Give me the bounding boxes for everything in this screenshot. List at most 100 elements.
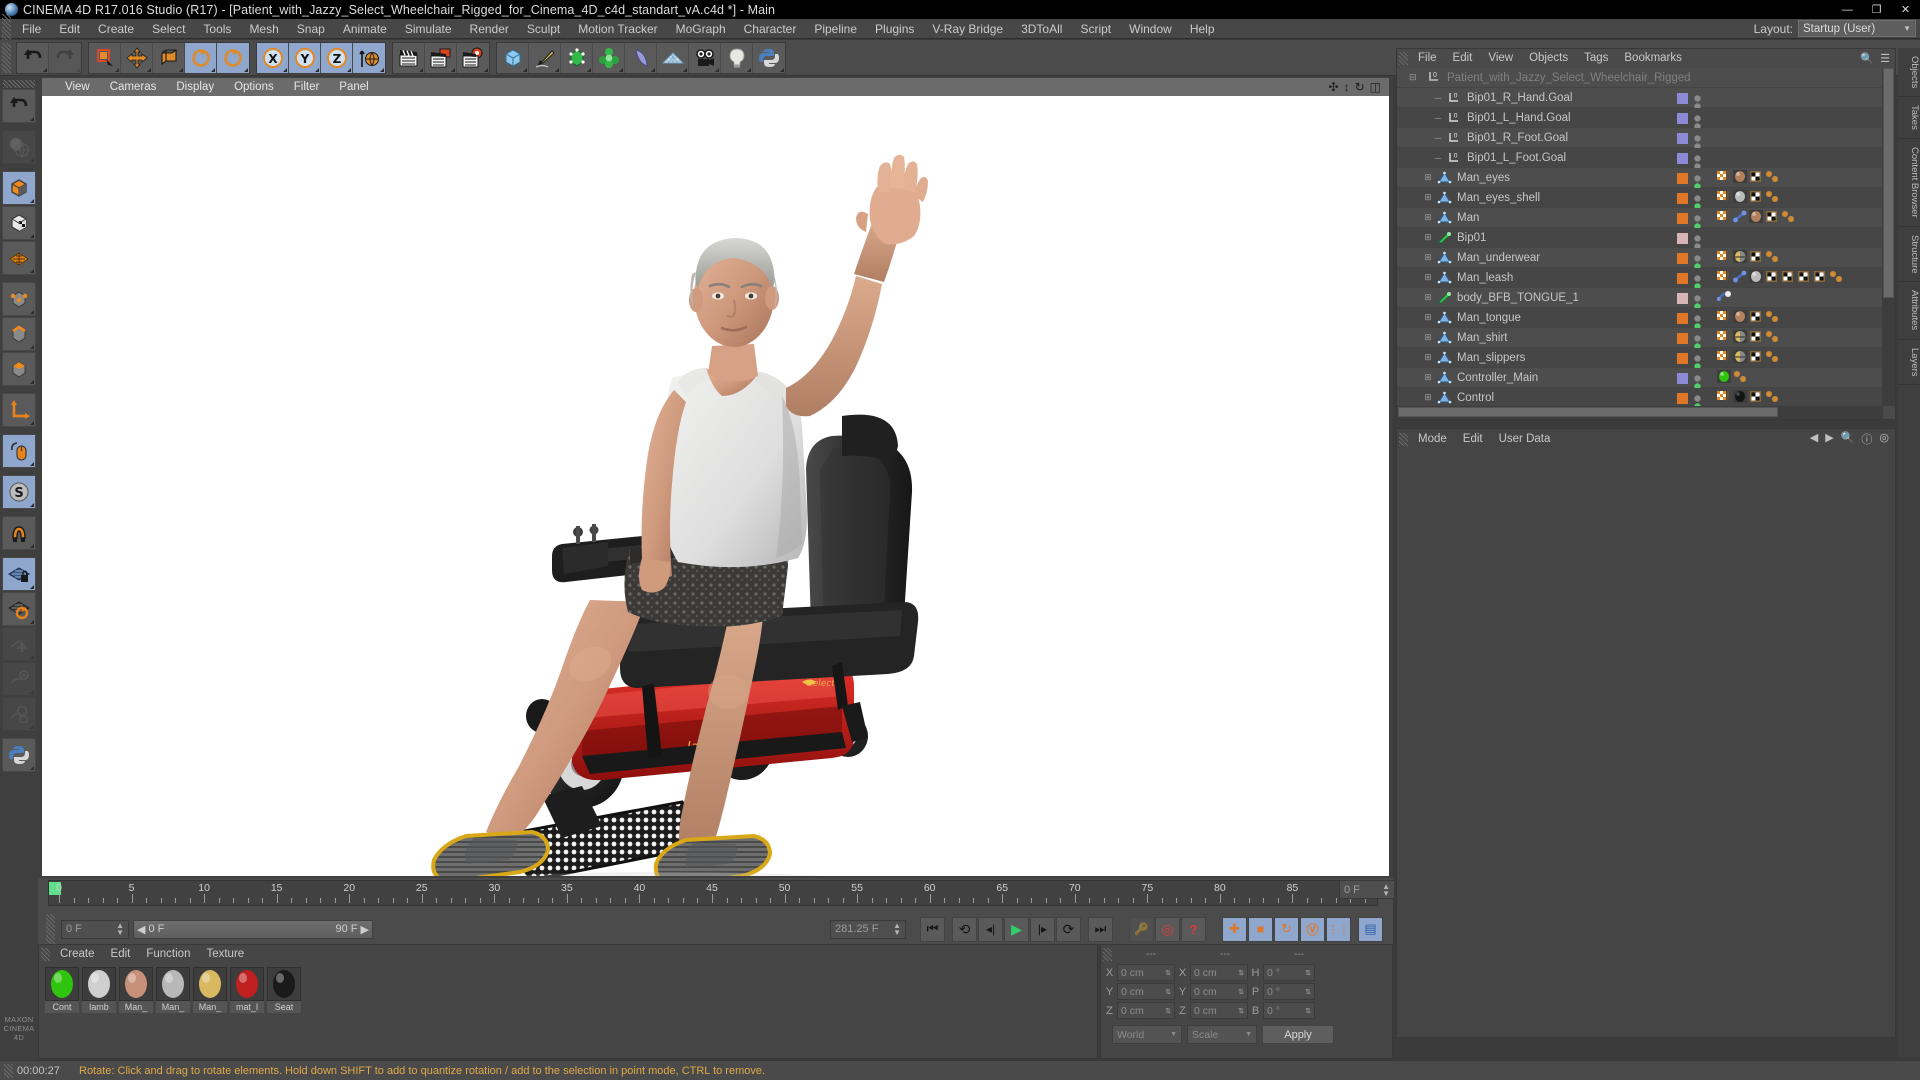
timeline-ruler[interactable]: 051015202530354045505560657075808590 (48, 880, 1378, 906)
dropdown-corner-icon[interactable] (179, 67, 183, 72)
spinner-icon[interactable]: ▲ ▼ (893, 922, 901, 937)
add-camera-button[interactable] (689, 42, 721, 73)
material-menu-create[interactable]: Create (52, 945, 103, 963)
dropdown-corner-icon[interactable] (315, 67, 319, 72)
dropdown-corner-icon[interactable] (651, 67, 655, 72)
object-layer-chip[interactable] (1677, 173, 1688, 184)
material-preview-sphere[interactable] (156, 967, 190, 1001)
dropdown-corner-icon[interactable] (484, 67, 488, 72)
menu-item-pipeline[interactable]: Pipeline (805, 19, 866, 39)
status-grip[interactable] (4, 1063, 13, 1078)
current-frame-field[interactable]: 0 F ▲ ▼ (61, 919, 129, 939)
coord-size-field[interactable]: 0 cm ⇅ (1190, 1002, 1248, 1019)
dots-tag[interactable] (1765, 330, 1781, 346)
move-button[interactable] (121, 42, 153, 73)
dock-tab-attributes[interactable]: Attributes (1898, 282, 1920, 340)
object-row[interactable]: ⊞ Man_eyes (1397, 168, 1883, 190)
spinner-icon[interactable]: ⇅ (1238, 988, 1244, 996)
object-layer-chip[interactable] (1677, 293, 1688, 304)
material-item[interactable]: Seat (267, 967, 301, 1013)
material-black-tag[interactable] (1733, 390, 1747, 406)
uv-tag[interactable] (1717, 390, 1731, 406)
play-forward-button[interactable]: ▶ (1004, 916, 1029, 942)
viewport-menu-view[interactable]: View (55, 78, 100, 96)
checker-tag[interactable] (1781, 270, 1795, 286)
key-position-button[interactable]: ✚ (1222, 916, 1247, 942)
material-preview-sphere[interactable] (267, 967, 301, 1001)
checker-tag[interactable] (1813, 270, 1827, 286)
dropdown-corner-icon[interactable] (30, 503, 34, 507)
object-layer-chip[interactable] (1677, 373, 1688, 384)
lock-x-axis-button[interactable]: X (257, 42, 289, 73)
search-icon[interactable]: 🔍 (1860, 52, 1874, 65)
attribute-menu-user-data[interactable]: User Data (1491, 429, 1559, 449)
menu-item-tools[interactable]: Tools (194, 19, 240, 39)
edge-mode-button[interactable] (2, 317, 36, 351)
dropdown-corner-icon[interactable] (244, 67, 248, 72)
coord-size-field[interactable]: 0 cm ⇅ (1190, 983, 1248, 1000)
point-mode-button[interactable] (2, 282, 36, 316)
go-to-start-button[interactable]: ⏮ (920, 916, 945, 942)
material-item[interactable]: lamb (82, 967, 116, 1013)
checker-tag[interactable] (1749, 310, 1763, 326)
attribute-grip[interactable] (1399, 432, 1408, 446)
material-menu-texture[interactable]: Texture (198, 945, 252, 963)
uv-tag[interactable] (1717, 170, 1731, 186)
spinner-icon[interactable]: ▲ ▼ (1382, 882, 1390, 897)
material-mixed-tag[interactable] (1733, 250, 1747, 266)
object-layer-chip[interactable] (1677, 213, 1688, 224)
object-menu-tags[interactable]: Tags (1576, 49, 1616, 68)
dropdown-corner-icon[interactable] (30, 655, 34, 659)
render-settings-button[interactable] (457, 42, 489, 73)
checker-tag[interactable] (1749, 350, 1763, 366)
expand-plus-icon[interactable]: ⊞ (1419, 332, 1437, 343)
object-manager-vertical-scrollbar[interactable] (1882, 68, 1895, 406)
spinner-icon[interactable]: ⇅ (1165, 988, 1171, 996)
add-cube-button[interactable] (497, 42, 529, 73)
expand-plus-icon[interactable]: ⊞ (1419, 372, 1437, 383)
workplane-rotate-button[interactable] (2, 592, 36, 626)
dropdown-corner-icon[interactable] (30, 158, 34, 162)
enable-axis-button[interactable] (2, 434, 36, 468)
live-selection-button[interactable] (89, 42, 121, 73)
dropdown-corner-icon[interactable] (715, 67, 719, 72)
range-left-arrow-icon[interactable]: ◀ (137, 923, 145, 936)
render-view-button[interactable] (393, 42, 425, 73)
checker-tag[interactable] (1797, 270, 1811, 286)
material-green-tag[interactable] (1717, 370, 1731, 386)
workplane-center-button[interactable] (2, 662, 36, 696)
render-to-picture-viewer-button[interactable] (425, 42, 457, 73)
expand-plus-icon[interactable]: ⊞ (1419, 252, 1437, 263)
spinner-icon[interactable]: ▲ ▼ (116, 922, 124, 937)
coord-rotation-field[interactable]: 0 ° ⇅ (1263, 964, 1315, 981)
menu-item-character[interactable]: Character (735, 19, 806, 39)
object-layer-chip[interactable] (1677, 353, 1688, 364)
dropdown-corner-icon[interactable] (555, 67, 559, 72)
object-layer-chip[interactable] (1677, 273, 1688, 284)
menu-item-window[interactable]: Window (1120, 19, 1181, 39)
visibility-render-dot[interactable] (1694, 399, 1701, 406)
maximize-view-icon[interactable]: ◫ (1370, 81, 1381, 93)
spinner-icon[interactable]: ⇅ (1305, 1007, 1311, 1015)
coord-position-field[interactable]: 0 cm ⇅ (1117, 1002, 1175, 1019)
minimize-button[interactable]: — (1833, 0, 1862, 19)
dots-tag[interactable] (1765, 350, 1781, 366)
material-grip[interactable] (41, 947, 50, 961)
apply-button[interactable]: Apply (1262, 1025, 1334, 1044)
object-menu-file[interactable]: File (1410, 49, 1445, 68)
deformer-mode-button[interactable] (2, 241, 36, 275)
close-button[interactable]: ✕ (1891, 0, 1920, 19)
menu-item-mesh[interactable]: Mesh (240, 19, 287, 39)
dock-tab-layers[interactable]: Layers (1898, 340, 1920, 386)
material-preview-sphere[interactable] (230, 967, 264, 1001)
dropdown-corner-icon[interactable] (30, 345, 34, 349)
expand-plus-icon[interactable]: ⊞ (1419, 232, 1437, 243)
material-item[interactable]: mat_l (230, 967, 264, 1013)
add-deformer-button[interactable] (625, 42, 657, 73)
object-layer-chip[interactable] (1677, 113, 1688, 124)
viewport-menu-display[interactable]: Display (166, 78, 224, 96)
object-menu-view[interactable]: View (1480, 49, 1521, 68)
search-icon[interactable]: 🔍 (1841, 431, 1855, 447)
undo-button[interactable] (17, 42, 49, 73)
menu-item-3dtoall[interactable]: 3DToAll (1012, 19, 1071, 39)
